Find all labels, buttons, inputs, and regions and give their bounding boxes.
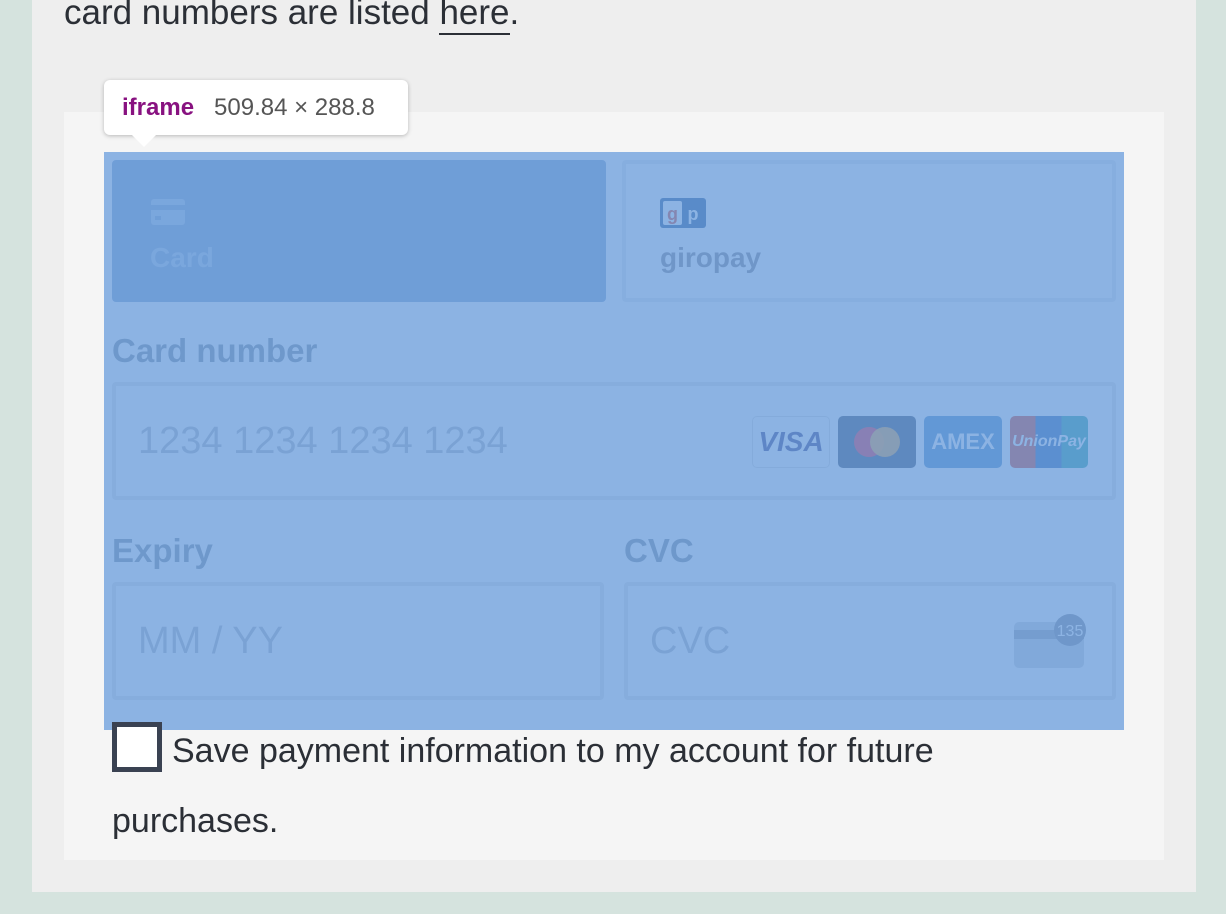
cvc-hint-number: 135 [1057,623,1084,640]
cvc-input[interactable]: CVC 135 [624,582,1116,700]
card-number-input[interactable]: 1234 1234 1234 1234 VISA AMEX UnionPay [112,382,1116,500]
tab-giropay[interactable]: g p giropay [622,160,1116,302]
intro-text: card numbers are listed here. [64,0,519,38]
devtools-element-tooltip: iframe 509.84 × 288.8 [104,80,408,147]
expiry-placeholder: MM / YY [138,620,283,662]
expiry-label: Expiry [112,532,213,569]
unionpay-icon: UnionPay [1010,416,1088,468]
tab-card[interactable]: Card [112,160,606,302]
tab-giropay-label: giropay [660,242,762,273]
cvc-label: CVC [624,532,694,569]
card-number-label: Card number [112,332,318,369]
tooltip-tag-name: iframe [122,93,195,121]
giropay-icon: g p [660,198,706,233]
tab-card-label: Card [150,242,214,273]
svg-text:p: p [688,204,699,224]
card-brand-icons: VISA AMEX UnionPay [752,416,1088,468]
cvc-card-icon: 135 [1012,614,1088,675]
save-payment-label-continued: purchases. [112,802,279,840]
tooltip-dimensions: 509.84 × 288.8 [214,93,375,121]
save-payment-checkbox[interactable] [112,722,162,772]
cvc-placeholder: CVC [650,620,731,662]
expiry-input[interactable]: MM / YY [112,582,604,700]
card-numbers-link[interactable]: here [439,0,510,35]
svg-text:g: g [667,204,678,224]
visa-icon: VISA [752,416,830,468]
payment-iframe: Card g p giropay Card number 1234 1234 1… [104,152,1124,730]
amex-icon: AMEX [924,416,1002,468]
mastercard-icon [838,416,916,468]
card-icon [150,198,186,231]
save-payment-label: Save payment information to my account f… [172,732,934,770]
intro-text-before: card numbers are listed [64,0,440,32]
intro-text-after: . [509,0,520,32]
card-number-placeholder: 1234 1234 1234 1234 [138,420,508,462]
